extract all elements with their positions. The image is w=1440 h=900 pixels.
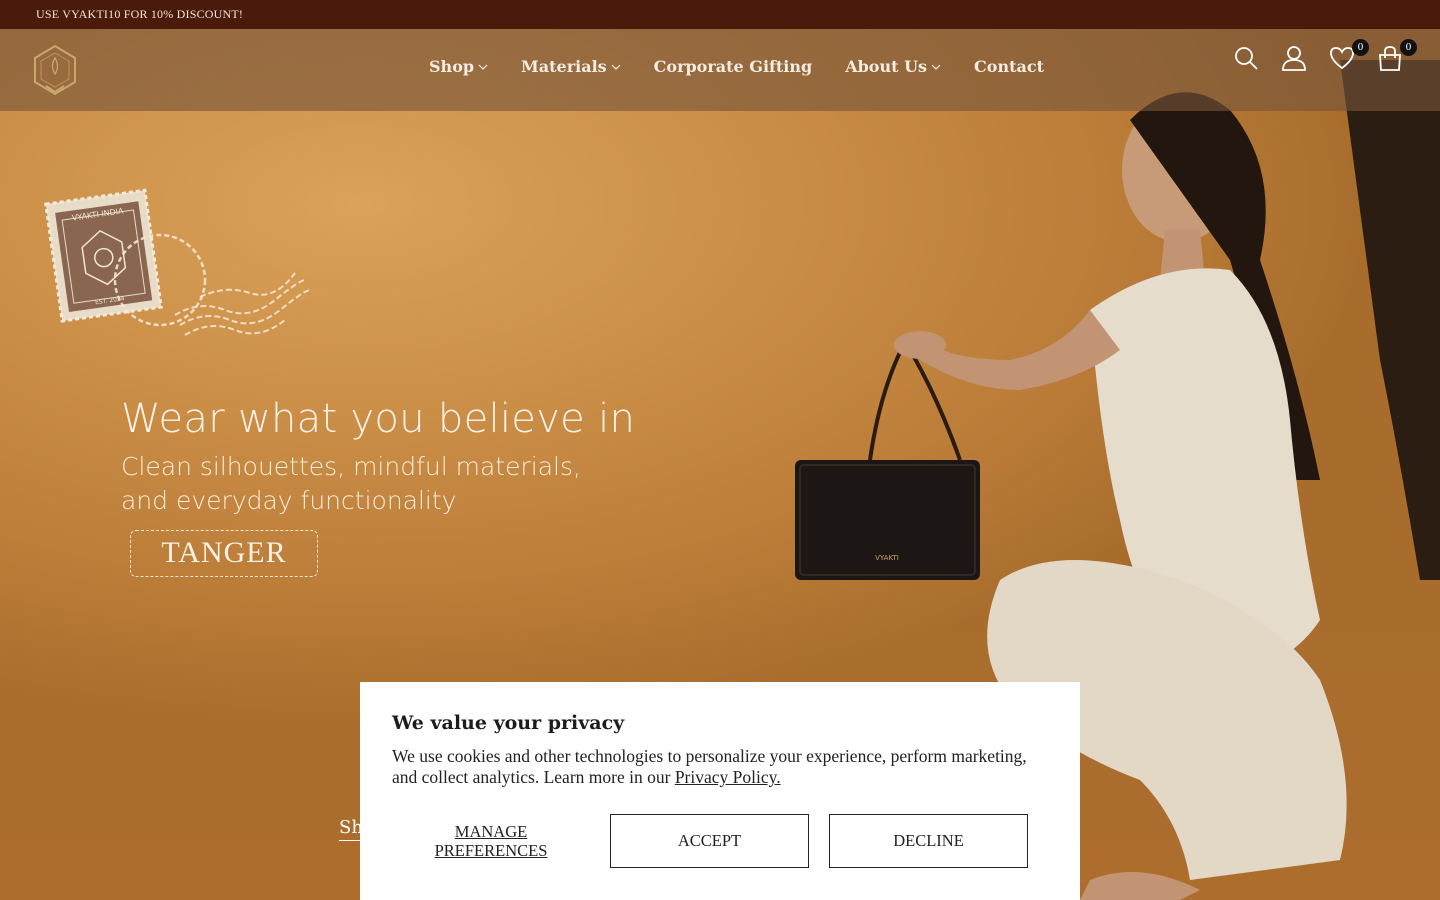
cookie-message: We use cookies and other technologies to… [392, 746, 1042, 788]
chevron-down-icon [478, 64, 488, 70]
manage-label-line-2: PREFERENCES [434, 841, 548, 860]
announcement-bar: USE VYAKTI10 FOR 10% DISCOUNT! [0, 0, 1440, 29]
account-button[interactable] [1281, 45, 1307, 71]
brand-logo[interactable] [32, 44, 78, 96]
cart-button[interactable]: 0 [1377, 39, 1417, 71]
cookie-actions: MANAGE PREFERENCES ACCEPT DECLINE [392, 814, 1028, 868]
user-icon [1282, 46, 1306, 71]
hero-subline-line-2: and everyday functionality [121, 486, 457, 515]
cookie-consent-dialog: We value your privacy We use cookies and… [360, 682, 1080, 900]
nav-item-contact[interactable]: Contact [974, 57, 1044, 76]
search-icon [1235, 47, 1258, 70]
privacy-policy-link[interactable]: Privacy Policy. [675, 767, 781, 787]
manage-preferences-button[interactable]: MANAGE PREFERENCES [392, 822, 590, 860]
nav-item-about-us[interactable]: About Us [845, 57, 941, 76]
hero-headline: Wear what you believe in [121, 396, 636, 442]
site-header: Shop Materials Corporate Gifting About U… [0, 29, 1440, 111]
wishlist-count-badge: 0 [1352, 39, 1369, 56]
nav-item-label: Contact [974, 57, 1044, 76]
chevron-down-icon [611, 64, 621, 70]
main-navigation: Shop Materials Corporate Gifting About U… [429, 57, 1044, 76]
decline-button[interactable]: DECLINE [829, 814, 1028, 868]
nav-item-label: Corporate Gifting [653, 57, 813, 76]
cart-count-badge: 0 [1400, 39, 1417, 56]
cookie-title: We value your privacy [392, 712, 625, 734]
nav-item-corporate-gifting[interactable]: Corporate Gifting [654, 57, 813, 76]
heart-icon [1330, 47, 1354, 70]
accept-button[interactable]: ACCEPT [610, 814, 809, 868]
header-actions: 0 0 [1233, 39, 1417, 71]
announcement-text: USE VYAKTI10 FOR 10% DISCOUNT! [36, 7, 244, 21]
manage-label-line-1: MANAGE [454, 822, 528, 841]
nav-item-materials[interactable]: Materials [521, 57, 621, 76]
chevron-down-icon [931, 64, 941, 70]
wishlist-button[interactable]: 0 [1329, 39, 1369, 71]
nav-item-label: Shop [429, 57, 475, 76]
shopping-bag-icon [1379, 46, 1401, 71]
nav-item-label: About Us [845, 57, 928, 76]
nav-item-label: Materials [521, 57, 607, 76]
hero-subline-line-1: Clean silhouettes, mindful materials, [121, 452, 581, 481]
hero-subline: Clean silhouettes, mindful materials, an… [121, 450, 641, 518]
product-name-tag: TANGER [130, 530, 318, 577]
postage-stamp-illustration: VYAKTI INDIA EST. 2024 [44, 188, 310, 336]
search-button[interactable] [1233, 45, 1259, 71]
nav-item-shop[interactable]: Shop [429, 57, 488, 76]
bag-logo-text: VYAKTI [875, 554, 899, 562]
